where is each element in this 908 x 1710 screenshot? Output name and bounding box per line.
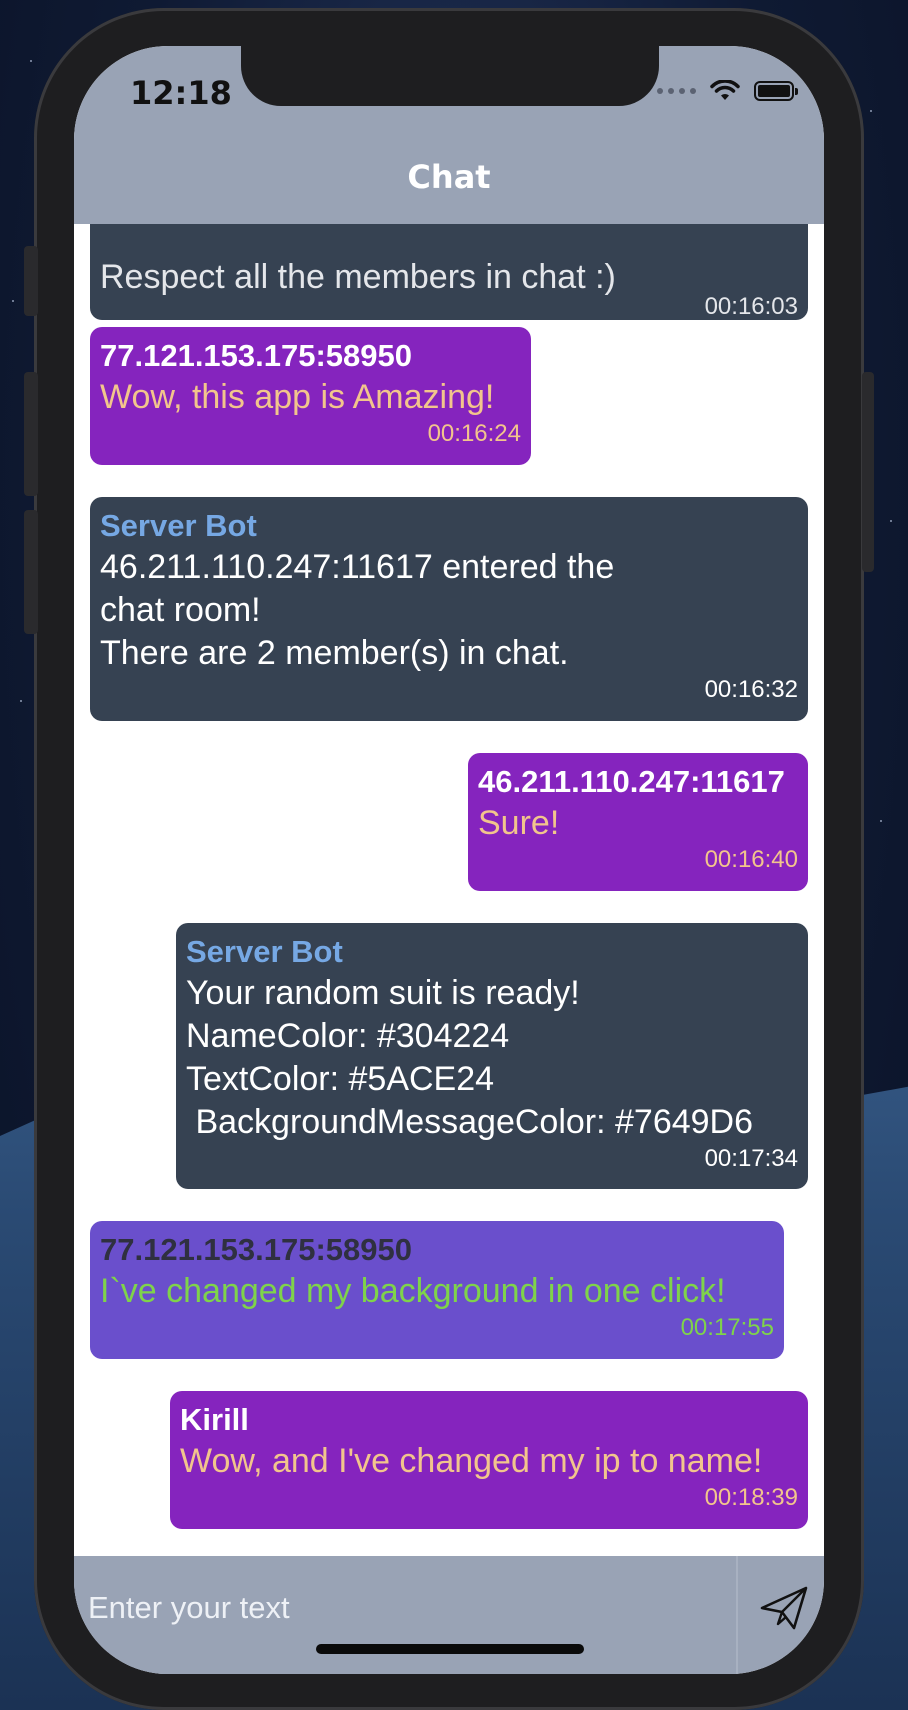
- cellular-signal-icon: [657, 88, 696, 94]
- message-text: Your random suit is ready! NameColor: #3…: [186, 974, 754, 1141]
- star: [30, 60, 32, 62]
- star: [12, 300, 14, 302]
- status-icons: [657, 80, 798, 102]
- message-bubble: Server Bot 46.211.110.247:11617 entered …: [90, 497, 808, 721]
- mute-switch: [24, 246, 38, 316]
- app-screen: 12:18 Chat Respect all the members in ch…: [74, 46, 824, 1674]
- message-time: 00:17:55: [680, 1314, 774, 1341]
- message-sender: Kirill: [180, 1402, 249, 1437]
- message-sender: 77.121.153.175:58950: [100, 1232, 413, 1267]
- message-time: 00:16:03: [704, 293, 798, 320]
- message-sender: 77.121.153.175:58950: [100, 338, 413, 373]
- message-time: 00:16:40: [704, 846, 798, 873]
- message-text: 46.211.110.247:11617 entered the chat ro…: [100, 548, 615, 672]
- star: [890, 520, 892, 522]
- page-title: Chat: [407, 158, 491, 196]
- wifi-icon: [710, 80, 740, 100]
- message-text: I`ve changed my background in one click!: [100, 1272, 726, 1310]
- message-bubble: 46.211.110.247:11617 Sure! 00:16:40: [468, 753, 808, 891]
- star: [20, 700, 22, 702]
- paper-plane-icon[interactable]: [758, 1582, 810, 1634]
- message-time: 00:16:24: [427, 420, 521, 447]
- message-time: 00:16:32: [704, 676, 798, 703]
- message-text: Wow, this app is Amazing!: [100, 378, 495, 416]
- star: [880, 820, 882, 822]
- notch: [241, 46, 659, 106]
- message-bubble: Server Bot Your random suit is ready! Na…: [176, 923, 808, 1189]
- star: [870, 110, 872, 112]
- battery-icon: [754, 81, 798, 101]
- message-text: Sure!: [478, 804, 560, 842]
- message-sender: 46.211.110.247:11617: [478, 764, 785, 799]
- message-bubble: 77.121.153.175:58950 Wow, this app is Am…: [90, 327, 531, 465]
- message-bubble: 77.121.153.175:58950 I`ve changed my bac…: [90, 1221, 784, 1359]
- message-time: 00:17:34: [704, 1145, 798, 1172]
- message-composer: [74, 1556, 824, 1674]
- home-indicator[interactable]: [316, 1644, 584, 1654]
- message-sender: Server Bot: [100, 508, 257, 543]
- volume-up-button: [24, 372, 38, 496]
- message-time: 00:18:39: [704, 1484, 798, 1511]
- message-sender: Server Bot: [186, 934, 343, 969]
- volume-down-button: [24, 510, 38, 634]
- message-input[interactable]: [74, 1556, 738, 1674]
- power-button: [862, 372, 874, 572]
- message-bubble: Kirill Wow, and I've changed my ip to na…: [170, 1391, 808, 1529]
- message-text: Wow, and I've changed my ip to name!: [180, 1442, 763, 1480]
- status-time: 12:18: [130, 74, 232, 112]
- message-text: Respect all the members in chat :): [100, 258, 616, 296]
- nav-header: 12:18 Chat: [74, 46, 824, 224]
